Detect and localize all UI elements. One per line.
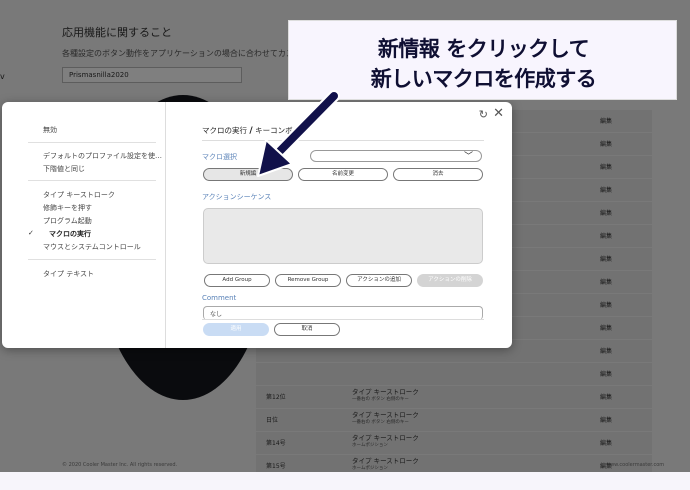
- pointer-arrow-icon: [257, 90, 340, 177]
